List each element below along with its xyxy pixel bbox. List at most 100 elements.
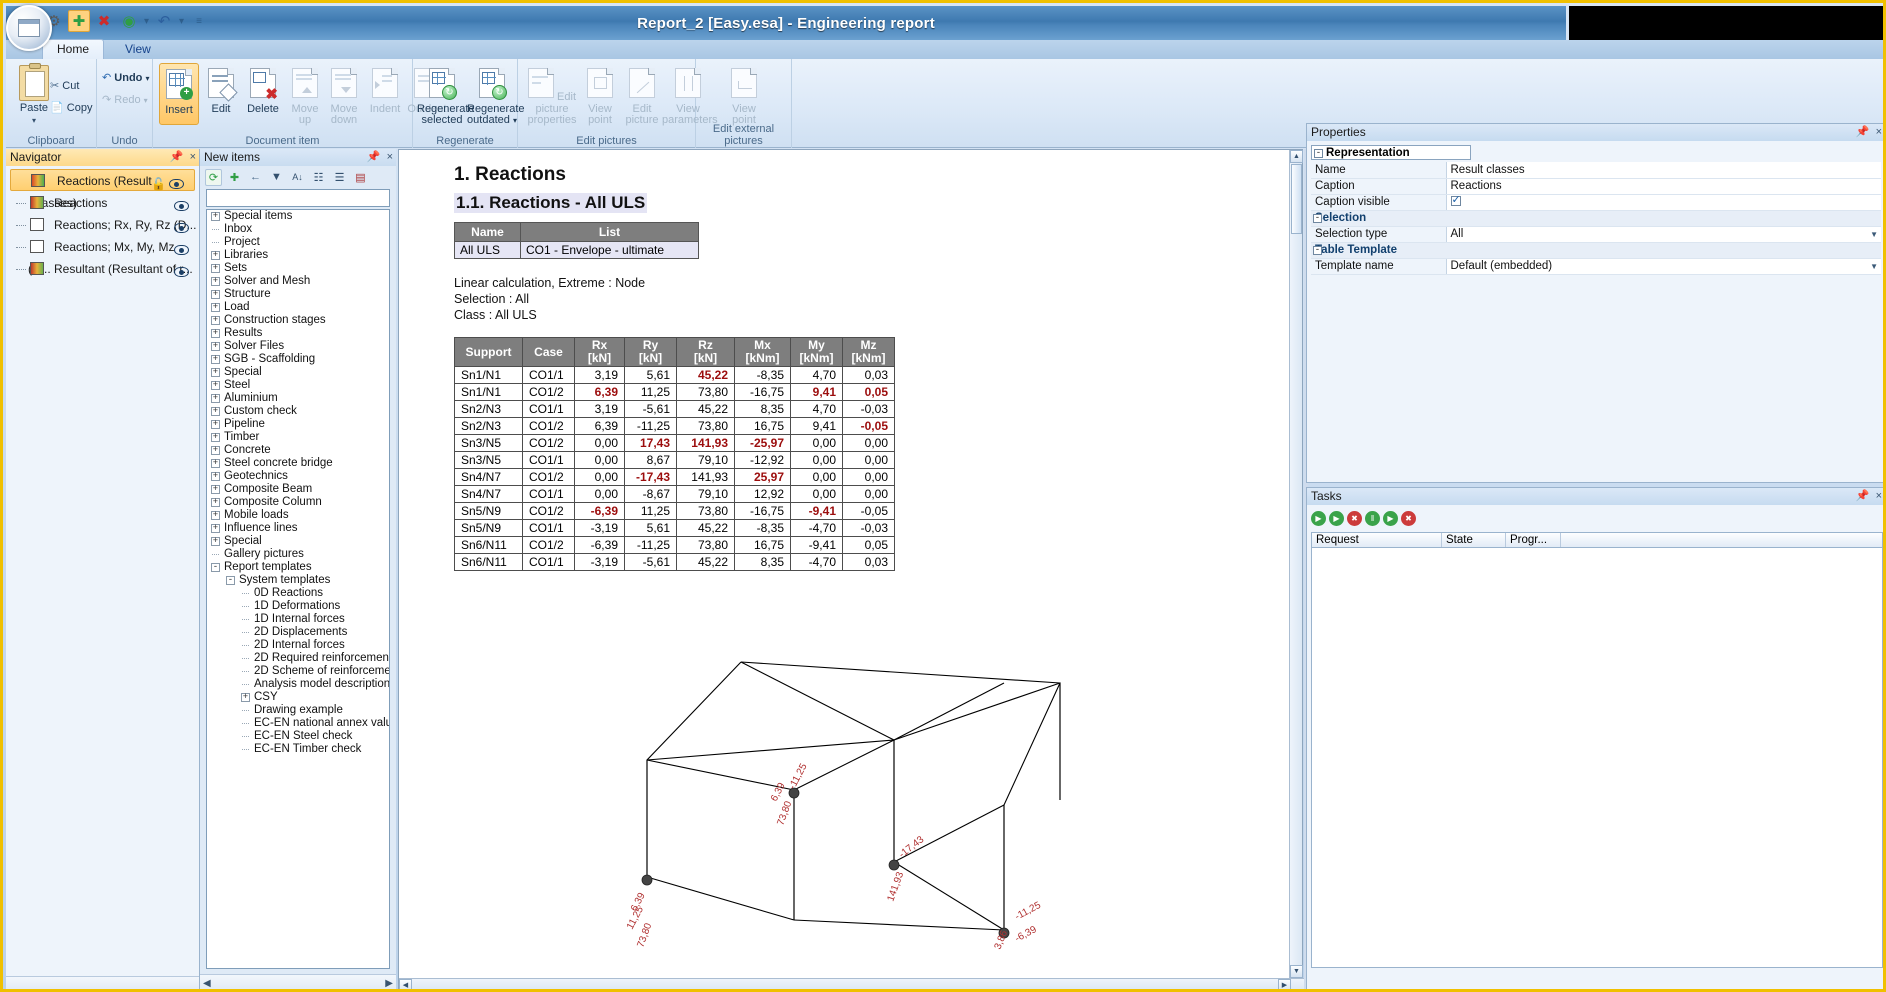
forward-task-icon[interactable]: ▶ (1329, 511, 1344, 526)
stop-task-icon[interactable]: ✖ (1347, 511, 1362, 526)
tree-item[interactable]: +Steel concrete bridge (207, 457, 389, 470)
property-value[interactable]: All▼ (1446, 226, 1881, 242)
tree-item[interactable]: -Report templates (207, 561, 389, 574)
cut-button[interactable]: ✂ Cut (50, 81, 98, 93)
expand-icon[interactable]: + (241, 693, 250, 702)
tree-item[interactable]: +Structure (207, 288, 389, 301)
cancel-task-icon[interactable]: ✖ (1401, 511, 1416, 526)
expand-icon[interactable]: + (211, 394, 220, 403)
sort-alpha-icon[interactable]: A↓ (289, 169, 306, 186)
structure-model-picture[interactable]: -11,256,3973,80-17,43141,93-11,25-6,393,… (404, 630, 1284, 990)
regenerate-outdated-caret-icon[interactable]: ▾ (513, 116, 517, 125)
back-arrow-icon[interactable]: ← (247, 169, 264, 186)
expand-icon[interactable]: + (211, 407, 220, 416)
tree-item[interactable]: +Steel (207, 379, 389, 392)
paste-dropdown-caret[interactable]: ▾ (12, 115, 56, 127)
edit-button[interactable]: Edit (203, 68, 239, 115)
tree-item[interactable]: 1D Deformations (207, 600, 389, 613)
expand-icon[interactable]: + (211, 277, 220, 286)
pin-icon[interactable]: 📌 (1856, 488, 1870, 505)
undo-icon[interactable]: ↶ (153, 10, 175, 32)
property-value[interactable]: Reactions (1446, 178, 1881, 194)
tab-home[interactable]: Home (42, 39, 104, 59)
tree-item[interactable]: +Special (207, 366, 389, 379)
regenerate-outdated-button[interactable]: ↻ Regenerate outdated ▾ (467, 68, 517, 127)
expand-icon[interactable]: + (211, 368, 220, 377)
tree-item[interactable]: +Composite Beam (207, 483, 389, 496)
group-icon[interactable]: ☷ (310, 169, 327, 186)
step-task-icon[interactable]: ▶ (1383, 511, 1398, 526)
expand-icon[interactable]: + (211, 212, 220, 221)
insert-button[interactable]: + Insert (159, 63, 199, 125)
property-value[interactable] (1446, 194, 1881, 210)
property-section-header[interactable]: -Table Template (1311, 242, 1881, 258)
property-value[interactable]: Default (embedded)▼ (1446, 258, 1881, 274)
tasks-col-request[interactable]: Request (1312, 533, 1442, 547)
expand-icon[interactable]: + (211, 485, 220, 494)
sidebar-item-reactions-rx-ry-rz[interactable]: Reactions; Rx, Ry, Rz (D... (6, 214, 199, 236)
sidebar-item-reactions-mx-my-mz[interactable]: Reactions; Mx, My, Mz (D... (6, 236, 199, 258)
play-task-icon[interactable]: ▶ (1311, 511, 1326, 526)
tree-item[interactable]: EC-EN national annex values (207, 717, 389, 730)
expand-icon[interactable]: + (211, 459, 220, 468)
regenerate-selected-button[interactable]: ↻ Regenerate selected (417, 68, 467, 127)
scroll-down-icon[interactable]: ▼ (1290, 965, 1303, 978)
expand-icon[interactable]: + (211, 316, 220, 325)
tree-item[interactable]: +Influence lines (207, 522, 389, 535)
regenerate-icon[interactable]: ◉ (118, 10, 140, 32)
tree-item[interactable]: +Load (207, 301, 389, 314)
close-icon[interactable]: × (1876, 124, 1882, 141)
new-items-bottom-scrollbar[interactable]: ◀ ▶ (200, 974, 396, 992)
tab-view[interactable]: View (111, 40, 165, 59)
tree-item[interactable]: +CSY (207, 691, 389, 704)
sidebar-item-resultant[interactable]: Resultant (Resultant of r... (6, 258, 199, 280)
tree-item[interactable]: Analysis model description (207, 678, 389, 691)
tree-item[interactable]: +Solver Files (207, 340, 389, 353)
tree-item[interactable]: 2D Scheme of reinforcement (207, 665, 389, 678)
tree-item[interactable]: +Solver and Mesh (207, 275, 389, 288)
close-icon[interactable]: × (387, 149, 393, 166)
tree-item[interactable]: +Geotechnics (207, 470, 389, 483)
tasks-col-progress[interactable]: Progr... (1506, 533, 1561, 547)
expand-icon[interactable]: + (211, 251, 220, 260)
scroll-left-icon[interactable]: ◀ (203, 978, 211, 989)
collapse-icon[interactable]: - (211, 563, 220, 572)
tree-item[interactable]: EC-EN Steel check (207, 730, 389, 743)
tree-item[interactable]: 2D Internal forces (207, 639, 389, 652)
tree-item[interactable]: +Mobile loads (207, 509, 389, 522)
expand-icon[interactable]: + (211, 433, 220, 442)
qat-overflow-icon[interactable]: ≡ (188, 16, 203, 27)
tree-item[interactable]: +Libraries (207, 249, 389, 262)
pin-icon[interactable]: 📌 (367, 149, 381, 166)
tree-item[interactable]: +Pipeline (207, 418, 389, 431)
collapse-icon[interactable]: - (226, 576, 235, 585)
application-menu-button[interactable] (6, 5, 52, 51)
copy-button[interactable]: 📄 Copy (50, 103, 104, 115)
tree-item[interactable]: +Special (207, 535, 389, 548)
expand-icon[interactable]: + (211, 498, 220, 507)
scroll-right-icon[interactable]: ▶ (385, 978, 393, 989)
undo-button[interactable]: ↶ Undo ▾ (102, 73, 156, 85)
filter-icon[interactable]: ▼ (268, 169, 285, 186)
search-input[interactable] (206, 189, 390, 207)
tree-item[interactable]: Gallery pictures (207, 548, 389, 561)
document-horizontal-scrollbar[interactable]: ◀ ▶ (399, 978, 1304, 991)
scroll-left-icon[interactable]: ◀ (399, 979, 412, 992)
navigator-horizontal-scrollbar[interactable] (6, 976, 199, 992)
property-value[interactable]: Result classes (1446, 162, 1881, 178)
expand-icon[interactable]: + (211, 446, 220, 455)
clipboard-icon[interactable]: ▤ (352, 169, 369, 186)
expand-icon[interactable]: + (211, 524, 220, 533)
refresh-icon[interactable]: ⟳ (205, 169, 222, 186)
expand-icon[interactable]: + (211, 511, 220, 520)
delete-icon[interactable]: ✖ (93, 10, 115, 32)
expand-icon[interactable]: + (211, 472, 220, 481)
sidebar-item-reactions[interactable]: Reactions (6, 192, 199, 214)
pause-task-icon[interactable]: ‖ (1365, 511, 1380, 526)
tree-item[interactable]: +SGB - Scaffolding (207, 353, 389, 366)
tree-item[interactable]: +Aluminium (207, 392, 389, 405)
close-icon[interactable]: × (190, 149, 196, 166)
tree-item[interactable]: 2D Required reinforcement areas E (207, 652, 389, 665)
expand-icon[interactable]: + (211, 420, 220, 429)
document-vertical-scrollbar[interactable]: ▲ ▼ (1289, 150, 1302, 991)
